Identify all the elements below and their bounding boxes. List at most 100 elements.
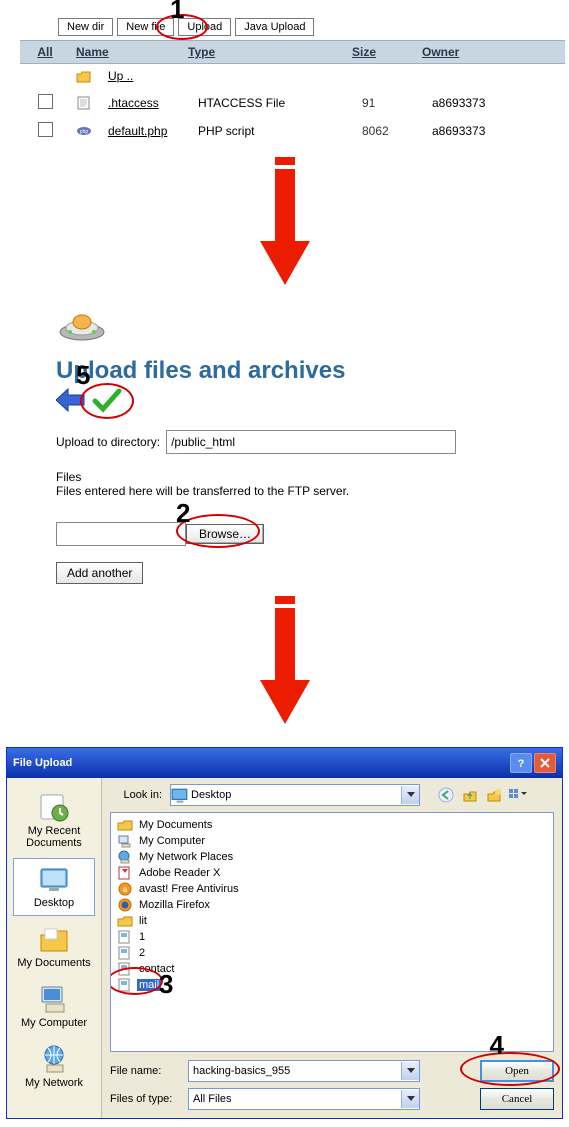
list-item-label: 2: [137, 947, 147, 959]
nav-back-icon[interactable]: [436, 785, 456, 805]
list-item[interactable]: My Network Places: [117, 849, 547, 865]
cell-size: 8062: [356, 122, 426, 140]
place-label: My Recent Documents: [14, 825, 94, 849]
help-button[interactable]: ?: [510, 753, 532, 773]
php-icon: php: [76, 123, 92, 137]
row-checkbox[interactable]: [38, 122, 53, 137]
place-label: My Computer: [14, 1017, 94, 1029]
list-item[interactable]: 1: [117, 929, 547, 945]
col-name[interactable]: Name: [70, 41, 182, 63]
file-slot[interactable]: [56, 522, 186, 546]
place-mycomp[interactable]: My Computer: [13, 978, 95, 1036]
cancel-button[interactable]: Cancel: [480, 1088, 554, 1110]
upload-dir-label: Upload to directory:: [56, 435, 160, 449]
list-item-label: 1: [137, 931, 147, 943]
chevron-down-icon[interactable]: [401, 1062, 419, 1080]
col-type[interactable]: Type: [182, 41, 346, 63]
fm-toolbar: New dir New file Upload Java Upload: [20, 16, 565, 40]
list-item-label: lit: [137, 915, 149, 927]
list-item-label: Adobe Reader X: [137, 867, 222, 879]
list-item[interactable]: a avast! Free Antivirus: [117, 881, 547, 897]
place-recent[interactable]: My Recent Documents: [13, 786, 95, 856]
list-item[interactable]: Adobe Reader X: [117, 865, 547, 881]
table-row[interactable]: Up ..: [20, 64, 565, 89]
file-link[interactable]: default.php: [108, 124, 167, 138]
down-arrow-icon: [258, 157, 312, 290]
filename-label: File name:: [110, 1065, 180, 1077]
browse-button[interactable]: Browse…: [186, 524, 264, 544]
cell-owner: [426, 74, 548, 78]
list-item[interactable]: mail: [117, 977, 547, 993]
add-another-button[interactable]: Add another: [56, 562, 143, 584]
view-menu-icon[interactable]: [508, 785, 528, 805]
down-arrow-icon: [258, 596, 312, 729]
file-listing[interactable]: My Documents My Computer My Network Plac…: [110, 812, 554, 1052]
list-item[interactable]: Mozilla Firefox: [117, 897, 547, 913]
list-item[interactable]: lit: [117, 913, 547, 929]
list-item-label: My Network Places: [137, 851, 235, 863]
col-size[interactable]: Size: [346, 41, 416, 63]
file-icon: [76, 95, 92, 109]
col-owner[interactable]: Owner: [416, 41, 538, 63]
lookin-combo[interactable]: Desktop: [170, 784, 420, 806]
java-upload-button[interactable]: Java Upload: [235, 18, 314, 36]
filetype-label: Files of type:: [110, 1093, 180, 1105]
cell-size: [356, 74, 426, 78]
fm-table-header: All Name Type Size Owner: [20, 40, 565, 64]
list-item[interactable]: 2: [117, 945, 547, 961]
svg-text:?: ?: [518, 758, 525, 769]
file-upload-dialog: File Upload ? My Recent Documents Deskto…: [6, 747, 563, 1119]
upload-dir-input[interactable]: [166, 430, 456, 454]
row-checkbox[interactable]: [38, 94, 53, 109]
place-label: Desktop: [14, 897, 94, 909]
file-link[interactable]: Up ..: [108, 69, 133, 83]
dialog-title: File Upload: [13, 757, 72, 769]
place-desktop[interactable]: Desktop: [13, 858, 95, 916]
place-label: My Network: [14, 1077, 94, 1089]
filename-value: hacking-basics_955: [189, 1065, 401, 1077]
cell-type: PHP script: [192, 122, 356, 140]
list-item[interactable]: My Computer: [117, 833, 547, 849]
svg-text:php: php: [80, 129, 89, 135]
chevron-down-icon[interactable]: [401, 786, 419, 804]
files-heading: Files: [56, 470, 549, 484]
nav-up-icon[interactable]: [460, 785, 480, 805]
file-link[interactable]: .htaccess: [108, 96, 159, 110]
cell-type: [192, 74, 356, 78]
confirm-check-icon[interactable]: [92, 387, 122, 416]
open-button[interactable]: Open: [480, 1060, 554, 1082]
chevron-down-icon[interactable]: [401, 1090, 419, 1108]
cell-owner: a8693373: [426, 94, 548, 112]
filetype-combo[interactable]: All Files: [188, 1088, 420, 1110]
table-row[interactable]: php default.php PHP script 8062 a8693373: [20, 117, 565, 145]
place-mynet[interactable]: My Network: [13, 1038, 95, 1096]
new-dir-button[interactable]: New dir: [58, 18, 113, 36]
back-arrow-icon[interactable]: [56, 387, 86, 416]
list-item[interactable]: My Documents: [117, 817, 547, 833]
place-label: My Documents: [14, 957, 94, 969]
place-mydocs[interactable]: My Documents: [13, 918, 95, 976]
page-title: Upload files and archives: [56, 357, 549, 385]
upload-button[interactable]: Upload: [178, 18, 231, 36]
list-item[interactable]: contact: [117, 961, 547, 977]
list-item-label: mail: [137, 979, 161, 991]
lookin-value: Desktop: [189, 789, 401, 801]
ufo-icon: [56, 339, 108, 351]
new-folder-icon[interactable]: [484, 785, 504, 805]
cell-size: 91: [356, 94, 426, 112]
list-item-label: contact: [137, 963, 176, 975]
table-row[interactable]: .htaccess HTACCESS File 91 a8693373: [20, 89, 565, 117]
list-item-label: avast! Free Antivirus: [137, 883, 241, 895]
list-item-label: My Documents: [137, 819, 214, 831]
places-bar: My Recent Documents Desktop My Documents…: [7, 778, 102, 1118]
new-file-button[interactable]: New file: [117, 18, 174, 36]
filename-combo[interactable]: hacking-basics_955: [188, 1060, 420, 1082]
cell-owner: a8693373: [426, 122, 548, 140]
list-item-label: Mozilla Firefox: [137, 899, 212, 911]
folder-icon: [76, 69, 92, 83]
lookin-label: Look in:: [110, 789, 162, 801]
files-note: Files entered here will be transferred t…: [56, 484, 549, 498]
close-button[interactable]: [534, 753, 556, 773]
col-all[interactable]: All: [20, 41, 70, 63]
svg-text:a: a: [123, 885, 128, 894]
